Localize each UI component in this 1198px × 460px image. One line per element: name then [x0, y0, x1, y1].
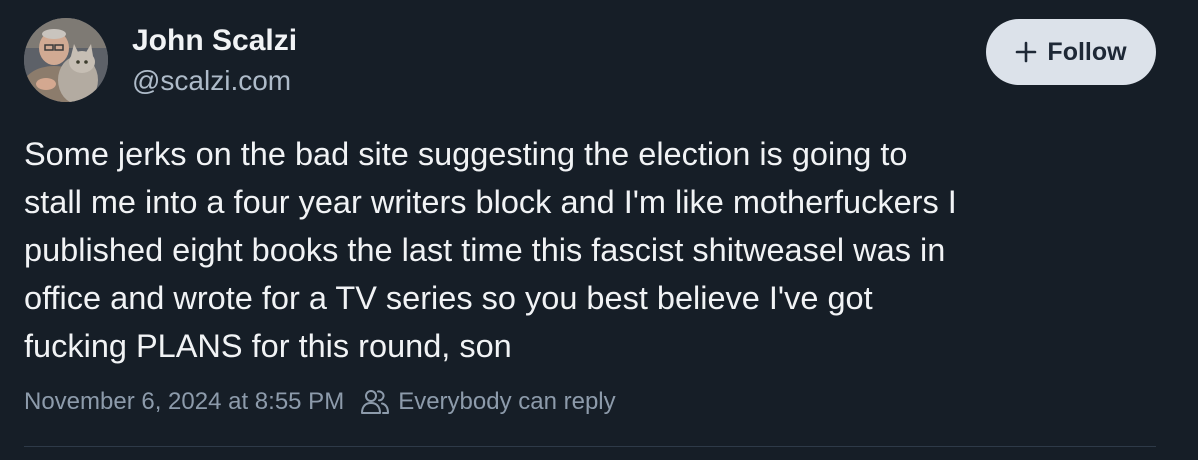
author-avatar[interactable] [24, 18, 108, 102]
follow-button-label: Follow [1047, 37, 1127, 66]
post-card: John Scalzi @scalzi.com Follow Some jerk… [0, 0, 1198, 460]
author-handle[interactable]: @scalzi.com [132, 62, 297, 100]
user-avatar-photo-icon [24, 18, 108, 102]
post-meta: November 6, 2024 at 8:55 PM Everybody ca… [24, 388, 616, 416]
people-icon [361, 390, 390, 414]
author-display-name[interactable]: John Scalzi [132, 22, 297, 60]
plus-icon [1016, 41, 1037, 63]
reply-setting[interactable]: Everybody can reply [398, 388, 615, 416]
post-timestamp[interactable]: November 6, 2024 at 8:55 PM [24, 388, 344, 416]
author-info: John Scalzi @scalzi.com [132, 22, 297, 100]
divider [24, 446, 1156, 447]
follow-button[interactable]: Follow [986, 19, 1156, 85]
post-body-text: Some jerks on the bad site suggesting th… [24, 136, 957, 364]
